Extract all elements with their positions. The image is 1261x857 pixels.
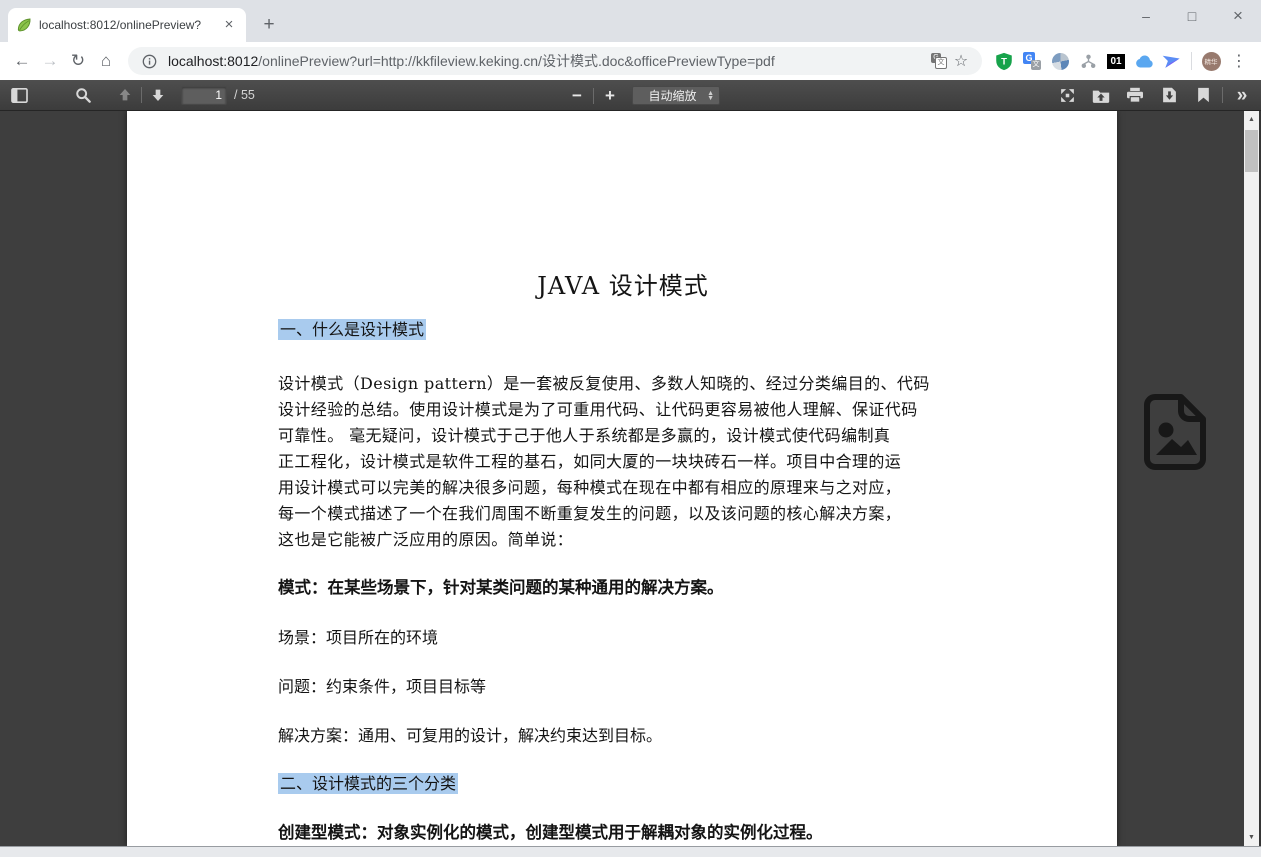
zoom-in-icon[interactable]: + xyxy=(597,83,623,108)
toolbar-divider xyxy=(141,87,142,103)
avatar-label: 精华 xyxy=(1202,52,1221,71)
document-title: JAVA 设计模式 xyxy=(278,269,968,303)
toolbar-divider xyxy=(593,88,594,104)
zoom-level-value: 自动缩放 xyxy=(638,87,707,104)
open-file-icon[interactable] xyxy=(1088,83,1114,108)
url-path: /onlinePreview?url=http://kkfileview.kek… xyxy=(258,53,774,69)
zoom-level-select[interactable]: 自动缩放 ▲▼ xyxy=(632,86,720,105)
pdf-toolbar: / 55 − + 自动缩放 ▲▼ xyxy=(0,80,1261,111)
profile-avatar[interactable]: 精华 xyxy=(1200,50,1222,72)
shield-extension-icon[interactable]: T xyxy=(993,50,1015,72)
swirl-extension-icon[interactable] xyxy=(1049,50,1071,72)
tab-close-icon[interactable]: × xyxy=(220,16,238,34)
sitemap-extension-icon[interactable] xyxy=(1077,50,1099,72)
browser-toolbar: ← → ↻ ⌂ localhost:8012/onlinePreview?url… xyxy=(0,42,1261,80)
chevrons-label: » xyxy=(1237,83,1248,108)
definition-creational: 创建型模式：对象实例化的模式，创建型模式用于解耦对象的实例化过程。 xyxy=(278,822,968,844)
window-bottom-edge xyxy=(0,846,1261,857)
extension-row: T G 文 01 xyxy=(990,50,1253,72)
google-translate-extension-icon[interactable]: G 文 xyxy=(1021,50,1043,72)
paragraph-line: 设计经验的总结。使用设计模式是为了可重用代码、让代码更容易被他人理解、保证代码 xyxy=(278,397,968,423)
zoom-out-icon[interactable]: − xyxy=(564,83,590,108)
bookmark-star-icon[interactable]: ☆ xyxy=(950,50,972,72)
paragraph-line: 设计模式（Design pattern）是一套被反复使用、多数人知晓的、经过分类… xyxy=(278,371,968,397)
download-icon[interactable] xyxy=(1156,83,1182,108)
toolbar-divider xyxy=(1222,87,1223,103)
translate-page-icon[interactable]: G 文 xyxy=(928,50,950,72)
svg-text:T: T xyxy=(1001,56,1007,67)
search-icon[interactable] xyxy=(70,83,96,108)
paper-plane-extension-icon[interactable] xyxy=(1161,50,1183,72)
tab-title: localhost:8012/onlinePreview? xyxy=(39,18,213,32)
page-info-icon[interactable] xyxy=(138,50,160,72)
more-tools-icon[interactable]: » xyxy=(1229,83,1255,108)
maximize-button[interactable]: □ xyxy=(1169,0,1215,34)
paragraph-line: 正工程化，设计模式是软件工程的基石，如同大厦的一块块砖石一样。项目中合理的运 xyxy=(278,449,968,475)
spring-leaf-favicon-icon xyxy=(16,17,32,33)
translate-front-glyph: 文 xyxy=(935,57,947,69)
page-number-input[interactable] xyxy=(181,86,227,105)
select-arrows-icon: ▲▼ xyxy=(707,91,714,101)
scroll-down-icon[interactable]: ▼ xyxy=(1244,830,1259,845)
url-text[interactable]: localhost:8012/onlinePreview?url=http://… xyxy=(168,51,928,71)
forward-icon[interactable]: → xyxy=(36,47,64,75)
back-icon[interactable]: ← xyxy=(8,47,36,75)
vertical-scrollbar[interactable]: ▲ ▼ xyxy=(1244,111,1259,846)
page-count-label: / 55 xyxy=(234,88,255,102)
new-tab-button[interactable]: + xyxy=(256,12,282,38)
toolbar-divider xyxy=(1191,52,1192,70)
highlighted-text: 二、设计模式的三个分类 xyxy=(278,773,458,794)
sidebar-toggle-icon[interactable] xyxy=(6,83,32,108)
address-bar[interactable]: localhost:8012/onlinePreview?url=http://… xyxy=(128,47,982,75)
gt-char: 文 xyxy=(1031,60,1041,70)
broken-image-icon xyxy=(1141,392,1211,475)
page-up-icon[interactable] xyxy=(112,83,138,108)
url-host: localhost:8012 xyxy=(168,53,258,69)
bookmark-icon[interactable] xyxy=(1190,83,1216,108)
zoom-controls: − + 自动缩放 ▲▼ xyxy=(564,80,720,111)
badge-01-label: 01 xyxy=(1107,54,1124,69)
home-icon[interactable]: ⌂ xyxy=(92,47,120,75)
paragraph-line: 这也是它能被广泛应用的原因。简单说： xyxy=(278,527,968,553)
minimize-button[interactable]: – xyxy=(1123,0,1169,34)
window-controls: – □ × xyxy=(1123,0,1261,34)
definition-solution: 解决方案：通用、可复用的设计，解决约束达到目标。 xyxy=(278,725,968,746)
definition-pattern: 模式：在某些场景下，针对某类问题的某种通用的解决方案。 xyxy=(278,577,968,599)
print-icon[interactable] xyxy=(1122,83,1148,108)
paragraph-line: 可靠性。 毫无疑问，设计模式于己于他人于系统都是多赢的，设计模式使代码编制真 xyxy=(278,423,968,449)
close-button[interactable]: × xyxy=(1215,0,1261,34)
document-content: JAVA 设计模式 一、什么是设计模式 设计模式（Design pattern）… xyxy=(127,111,1117,844)
reload-icon[interactable]: ↻ xyxy=(64,47,92,75)
pdf-viewer: JAVA 设计模式 一、什么是设计模式 设计模式（Design pattern）… xyxy=(0,111,1261,846)
presentation-mode-icon[interactable] xyxy=(1054,83,1080,108)
calendar-01-extension-icon[interactable]: 01 xyxy=(1105,50,1127,72)
cloud-extension-icon[interactable] xyxy=(1133,50,1155,72)
highlighted-text: 一、什么是设计模式 xyxy=(278,319,426,340)
paragraph-line: 用设计模式可以完美的解决很多问题，每种模式在现在中都有相应的原理来与之对应， xyxy=(278,475,968,501)
pdf-toolbar-right: » xyxy=(1054,83,1255,108)
section-heading-2: 二、设计模式的三个分类 xyxy=(278,774,968,794)
paragraph-1: 设计模式（Design pattern）是一套被反复使用、多数人知晓的、经过分类… xyxy=(278,371,968,553)
browser-title-bar: localhost:8012/onlinePreview? × + – □ × xyxy=(0,0,1261,42)
paragraph-line: 每一个模式描述了一个在我们周围不断重复发生的问题，以及该问题的核心解决方案， xyxy=(278,501,968,527)
definition-scene: 场景：项目所在的环境 xyxy=(278,627,968,648)
pdf-page: JAVA 设计模式 一、什么是设计模式 设计模式（Design pattern）… xyxy=(127,111,1117,846)
definition-problem: 问题：约束条件，项目目标等 xyxy=(278,676,968,697)
page-down-icon[interactable] xyxy=(145,83,171,108)
scrollbar-thumb[interactable] xyxy=(1245,130,1258,172)
browser-tab[interactable]: localhost:8012/onlinePreview? × xyxy=(8,8,246,42)
chrome-menu-icon[interactable]: ⋮ xyxy=(1228,50,1250,72)
scroll-up-icon[interactable]: ▲ xyxy=(1244,112,1259,127)
section-heading-1: 一、什么是设计模式 xyxy=(278,320,968,340)
